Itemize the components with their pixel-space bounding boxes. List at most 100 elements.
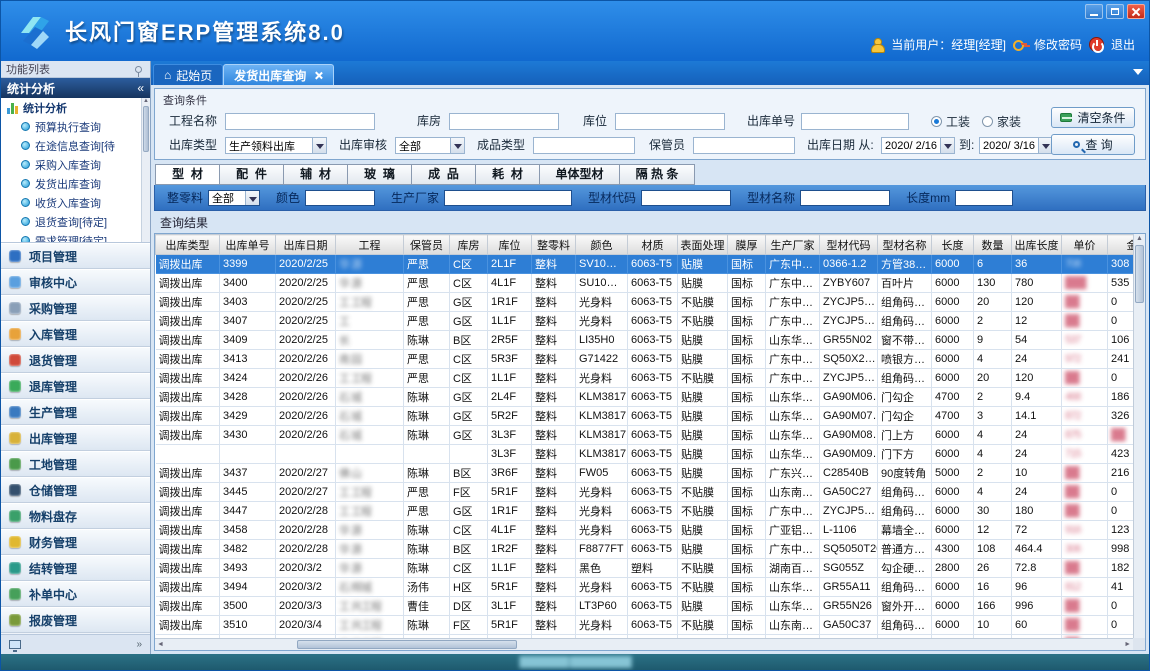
column-header-profile-code[interactable]: 型材代码 (820, 235, 878, 255)
horizontal-scrollbar[interactable]: ◄ ► (155, 638, 1133, 650)
product-type-input[interactable] (533, 137, 635, 154)
manufacturer-input[interactable] (444, 190, 572, 206)
sidebar-tree-item[interactable]: 收货入库查询 (1, 193, 141, 212)
column-header-material[interactable]: 材质 (628, 235, 678, 255)
table-row[interactable]: 调拨出库34292020/2/26石 城陈琳G区5R2F整料KLM3817606… (156, 407, 1147, 426)
sidebar-tree-item[interactable]: 退货查询[待定] (1, 212, 141, 231)
table-row[interactable]: 调拨出库34092020/2/25长 陈琳B区2R5F整料LI35H06063-… (156, 331, 1147, 350)
sidebar-module-item[interactable]: 出库管理 (1, 425, 150, 451)
column-header-color[interactable]: 颜色 (576, 235, 628, 255)
table-row[interactable]: 调拨出库35002020/3/3工 共工程曹佳D区3L1F整料LT3P60606… (156, 597, 1147, 616)
table-row[interactable]: 调拨出库34582020/2/28华 源 陈琳C区4L1F整料光身料6063-T… (156, 521, 1147, 540)
material-tab[interactable]: 耗 材 (475, 164, 539, 185)
column-header-profile-name[interactable]: 型材名称 (878, 235, 932, 255)
tree-scrollbar-thumb[interactable] (143, 106, 149, 152)
monitor-icon[interactable] (9, 640, 21, 649)
column-header-film-thickness[interactable]: 膜厚 (728, 235, 766, 255)
sidebar-module-item[interactable]: 物料盘存 (1, 503, 150, 529)
expand-right-icon[interactable]: » (136, 639, 142, 650)
search-button[interactable]: 查 询 (1051, 134, 1135, 155)
out-type-select[interactable]: 生产领料出库 (225, 137, 327, 154)
date-to-picker[interactable]: 2020/ 3/16 (979, 137, 1053, 154)
column-header-keeper[interactable]: 保管员 (404, 235, 450, 255)
warehouse-input[interactable] (449, 113, 559, 130)
tree-scrollbar[interactable]: ▲ (141, 98, 150, 242)
clear-conditions-button[interactable]: 清空条件 (1051, 107, 1135, 128)
profile-code-input[interactable] (641, 190, 731, 206)
column-header-unit-price[interactable]: 单价 (1062, 235, 1108, 255)
column-header-order-no[interactable]: 出库单号 (220, 235, 276, 255)
table-row[interactable]: 调拨出库34282020/2/26石 城陈琳G区2L4F整料KLM3817606… (156, 388, 1147, 407)
length-mm-input[interactable] (955, 190, 1013, 206)
material-tab[interactable]: 隔 热 条 (619, 164, 695, 185)
column-header-out-type[interactable]: 出库类型 (156, 235, 220, 255)
material-tab[interactable]: 单体型材 (539, 164, 619, 185)
order-no-input[interactable] (801, 113, 909, 130)
logout-link[interactable]: 退出 (1111, 36, 1135, 53)
sidebar-module-item[interactable]: 审核中心 (1, 269, 150, 295)
sidebar-module-item[interactable]: 结转管理 (1, 555, 150, 581)
scroll-left-icon[interactable]: ◄ (157, 639, 164, 650)
tab-home[interactable]: 起始页 (153, 64, 223, 85)
column-header-project[interactable]: 工程 (336, 235, 404, 255)
maximize-button[interactable] (1106, 4, 1124, 19)
radio-option[interactable]: 工装 (931, 113, 970, 130)
table-row[interactable]: 调拨出库34002020/2/25华 源 严思C区4L1F整料SU10…6063… (156, 274, 1147, 293)
column-header-manufacturer[interactable]: 生产厂家 (766, 235, 820, 255)
column-header-out-length[interactable]: 出库长度 (1012, 235, 1062, 255)
table-row[interactable]: 调拨出库34072020/2/25工 严思G区1L1F整料光身料6063-T5不… (156, 312, 1147, 331)
sidebar-module-item[interactable]: 财务管理 (1, 529, 150, 555)
material-tab[interactable]: 玻 璃 (347, 164, 411, 185)
keeper-input[interactable] (693, 137, 795, 154)
sidebar-module-item[interactable]: 生产管理 (1, 399, 150, 425)
change-password-link[interactable]: 修改密码 (1034, 36, 1082, 53)
scroll-right-icon[interactable]: ► (1124, 639, 1131, 650)
profile-name-input[interactable] (800, 190, 890, 206)
column-header-quantity[interactable]: 数量 (974, 235, 1012, 255)
sidebar-module-item[interactable]: 项目管理 (1, 243, 150, 269)
sidebar-module-item[interactable]: 采购管理 (1, 295, 150, 321)
column-header-surface-treatment[interactable]: 表面处理 (678, 235, 728, 255)
material-tab[interactable]: 辅 材 (283, 164, 347, 185)
table-row[interactable]: 调拨出库34132020/2/26南 园 严思C区5R3F整料G71422606… (156, 350, 1147, 369)
column-header-out-date[interactable]: 出库日期 (276, 235, 336, 255)
pin-icon[interactable] (135, 66, 142, 73)
table-row[interactable]: 调拨出库34302020/2/26石 城陈琳G区3L3F整料KLM3817606… (156, 426, 1147, 445)
sidebar-tree-item[interactable]: 采购入库查询 (1, 155, 141, 174)
location-input[interactable] (615, 113, 725, 130)
sidebar-module-item[interactable]: 退货管理 (1, 347, 150, 373)
sidebar-tree-root[interactable]: 统计分析 (1, 98, 141, 117)
table-row[interactable]: 调拨出库34822020/2/28华 源 陈琳B区1R2F整料F8877FT60… (156, 540, 1147, 559)
vertical-scrollbar[interactable]: ▲ (1133, 234, 1145, 638)
project-name-input[interactable] (225, 113, 375, 130)
close-button[interactable] (1127, 4, 1145, 19)
color-input[interactable] (305, 190, 375, 206)
material-tab[interactable]: 配 件 (219, 164, 283, 185)
table-row[interactable]: 调拨出库33992020/2/25华 源严思C区2L1F整料SV10…6063-… (156, 255, 1147, 274)
sidebar-module-item[interactable]: 入库管理 (1, 321, 150, 347)
table-row[interactable]: 调拨出库34452020/2/27工 工程严思F区5R1F整料光身料6063-T… (156, 483, 1147, 502)
table-row[interactable]: 调拨出库34472020/2/28工 工程严思G区1R1F整料光身料6063-T… (156, 502, 1147, 521)
date-from-picker[interactable]: 2020/ 2/16 (881, 137, 955, 154)
minimize-button[interactable] (1085, 4, 1103, 19)
vertical-scrollbar-thumb[interactable] (1135, 245, 1144, 303)
column-header-warehouse[interactable]: 库房 (450, 235, 488, 255)
table-row[interactable]: 调拨出库34942020/3/2石 辉城汤伟H区5R1F整料光身料6063-T5… (156, 578, 1147, 597)
material-tab[interactable]: 型 材 (155, 164, 219, 185)
tab-close-icon[interactable] (314, 71, 323, 80)
table-row[interactable]: 调拨出库35102020/3/4工 共工程陈琳F区5R1F整料光身料6063-T… (156, 616, 1147, 635)
sidebar-module-item[interactable]: 报废管理 (1, 607, 150, 633)
sidebar-tree-item[interactable]: 发货出库查询 (1, 174, 141, 193)
sidebar-tree-item[interactable]: 需求管理[待定] (1, 231, 141, 243)
sidebar-module-item[interactable]: 仓储管理 (1, 477, 150, 503)
column-header-length[interactable]: 长度 (932, 235, 974, 255)
whole-material-select[interactable]: 全部 (208, 190, 260, 206)
sidebar-module-item[interactable]: 工地管理 (1, 451, 150, 477)
tab-list-chevron-icon[interactable] (1133, 69, 1143, 80)
material-tab[interactable]: 成 品 (411, 164, 475, 185)
audit-select[interactable]: 全部 (395, 137, 465, 154)
sidebar-tree-item[interactable]: 预算执行查询 (1, 117, 141, 136)
tab-shipment-outbound-query[interactable]: 发货出库查询 (223, 64, 334, 85)
horizontal-scrollbar-thumb[interactable] (297, 640, 517, 649)
column-header-whole-part[interactable]: 整零料 (532, 235, 576, 255)
